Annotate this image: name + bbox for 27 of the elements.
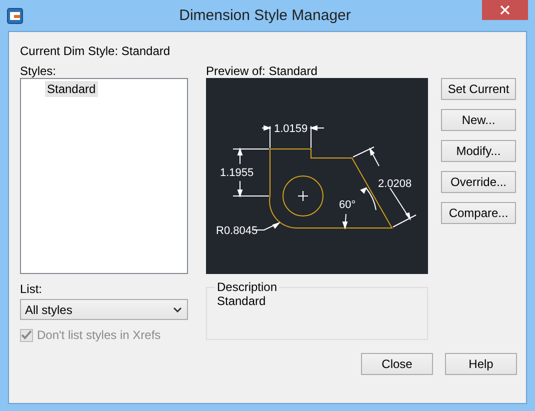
style-list-item[interactable]: Standard: [45, 81, 98, 97]
dimension-text: R0.8045: [216, 225, 258, 237]
list-dropdown[interactable]: All styles: [20, 299, 188, 320]
dialog-button[interactable]: Help: [445, 353, 517, 375]
description-text: Standard: [217, 294, 267, 308]
description-legend: Description: [215, 280, 280, 294]
dialog-button[interactable]: Modify...: [441, 140, 516, 162]
list-label: List:: [20, 282, 44, 296]
close-button[interactable]: [482, 0, 528, 20]
dimension-text: 2.0208: [378, 178, 412, 190]
styles-label: Styles:: [20, 64, 58, 78]
dimension-text: 1.1955: [220, 167, 254, 179]
dimension-text: 1.0159: [274, 123, 308, 135]
current-style-label: Current Dim Style: Standard: [20, 44, 172, 58]
dialog-button[interactable]: Set Current: [441, 78, 516, 100]
dimension-text: 60°: [339, 199, 356, 211]
window-title: Dimension Style Manager: [178, 7, 352, 24]
dialog-button[interactable]: New...: [441, 109, 516, 131]
app-icon: [7, 8, 23, 24]
dialog-button[interactable]: Compare...: [441, 202, 516, 224]
checkbox-label: Don't list styles in Xrefs: [37, 328, 161, 342]
styles-list[interactable]: Standard: [20, 78, 188, 274]
close-icon: [500, 5, 510, 15]
dialog-button[interactable]: Override...: [441, 171, 516, 193]
preview-label: Preview of: Standard: [206, 64, 318, 78]
dialog-button[interactable]: Close: [361, 353, 433, 375]
chevron-down-icon: [173, 306, 182, 312]
